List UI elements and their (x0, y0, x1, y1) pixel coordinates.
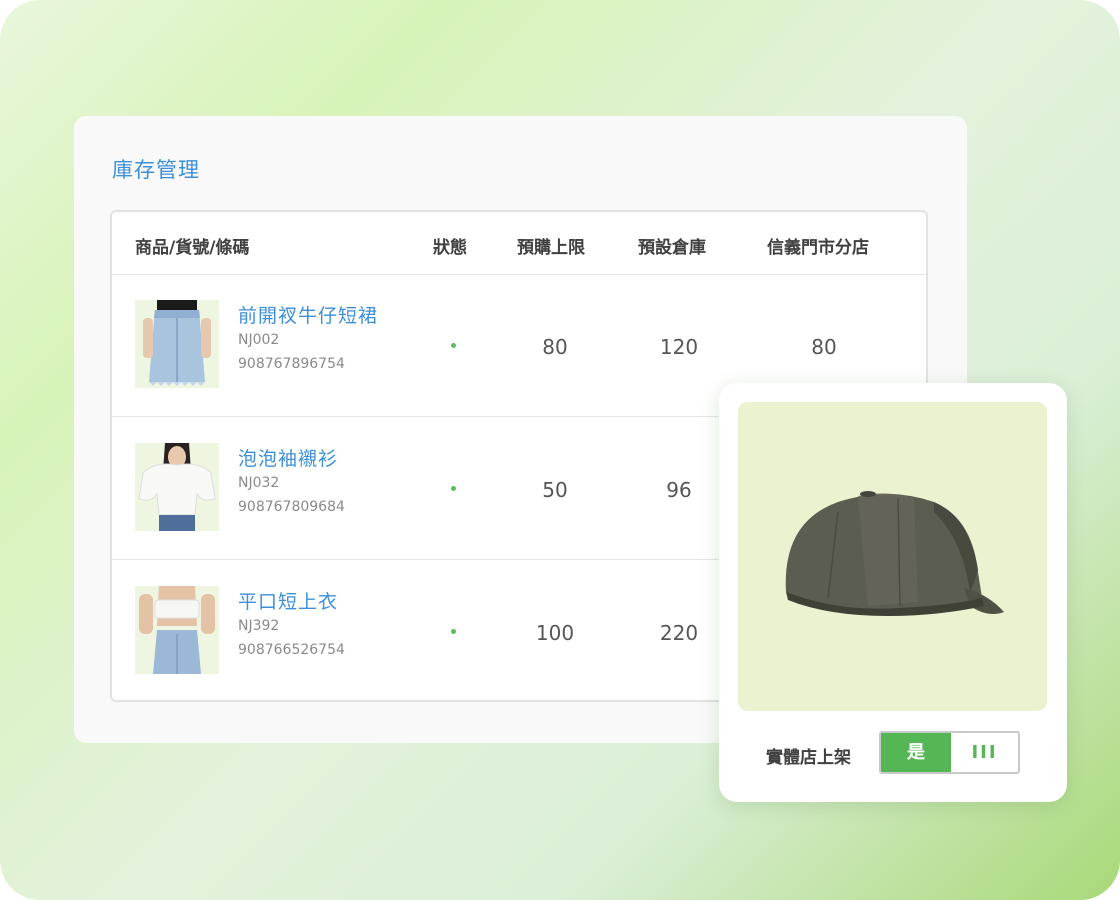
in-store-listing-label: 實體店上架 (766, 748, 851, 768)
denim-skirt-thumbnail (135, 300, 219, 388)
header-default-warehouse: 預設倉庫 (638, 238, 706, 258)
product-sku: NJ002 (238, 332, 280, 348)
baseball-cap-image (738, 402, 1047, 711)
status-dot (451, 486, 456, 491)
product-detail-popup: 實體店上架 是 III (719, 383, 1067, 802)
preorder-limit-value: 50 (542, 478, 568, 502)
status-dot (451, 343, 456, 348)
toggle-off-option[interactable]: III (951, 733, 1018, 772)
header-xinyi-store: 信義門市分店 (767, 238, 869, 258)
header-product: 商品/貨號/條碼 (135, 238, 250, 258)
header-status: 狀態 (433, 238, 467, 258)
in-store-listing-toggle[interactable]: 是 III (879, 731, 1020, 774)
page-title: 庫存管理 (112, 158, 200, 182)
warehouse-value: 96 (666, 478, 692, 502)
preorder-limit-value: 80 (542, 335, 568, 359)
toggle-yes-option[interactable]: 是 (881, 733, 951, 772)
warehouse-value: 220 (659, 621, 699, 645)
product-sku: NJ392 (238, 618, 280, 634)
product-sku: NJ032 (238, 475, 280, 491)
header-preorder-limit: 預購上限 (517, 238, 585, 258)
status-dot (451, 629, 456, 634)
product-barcode: 908767896754 (238, 356, 345, 372)
preorder-limit-value: 100 (535, 621, 575, 645)
product-barcode: 908766526754 (238, 642, 345, 658)
tube-top-thumbnail (135, 586, 219, 674)
product-name[interactable]: 平口短上衣 (238, 587, 338, 614)
puff-sleeve-blouse-thumbnail (135, 443, 219, 531)
product-barcode: 908767809684 (238, 499, 345, 515)
warehouse-value: 120 (659, 335, 699, 359)
product-name[interactable]: 前開衩牛仔短裙 (238, 301, 378, 328)
store-value: 80 (811, 335, 837, 359)
product-name[interactable]: 泡泡袖襯衫 (238, 444, 338, 471)
table-header: 商品/貨號/條碼 狀態 預購上限 預設倉庫 信義門市分店 (112, 212, 926, 275)
